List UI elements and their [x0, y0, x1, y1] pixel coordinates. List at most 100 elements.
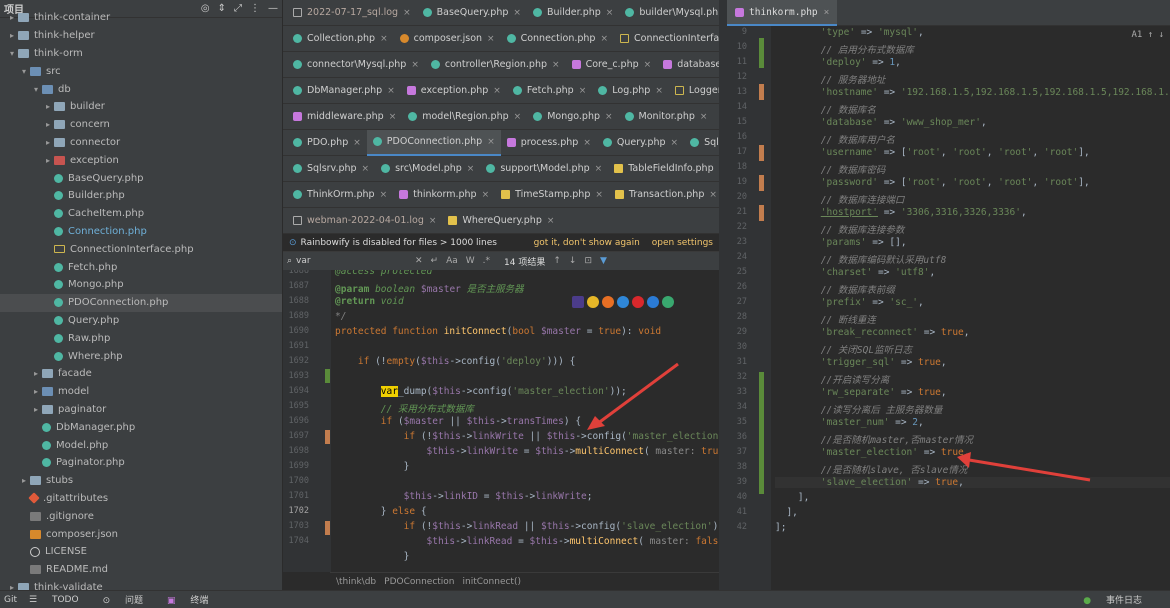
- close-icon[interactable]: ×: [514, 112, 522, 122]
- tree-item[interactable]: ▸ model: [0, 383, 282, 401]
- regex-toggle[interactable]: .*: [483, 256, 490, 266]
- editor-tab[interactable]: middleware.php ×: [287, 104, 402, 130]
- phpstorm-icon[interactable]: [572, 296, 584, 308]
- chevron-icon[interactable]: ▾: [6, 49, 18, 58]
- filter-icon[interactable]: ▼: [600, 256, 607, 266]
- newline-icon[interactable]: ↵: [431, 256, 439, 266]
- close-icon[interactable]: ×: [700, 112, 708, 122]
- editor-tab[interactable]: Transaction.php ×: [609, 182, 723, 208]
- close-icon[interactable]: ×: [467, 164, 475, 174]
- editor-tab[interactable]: Query.php ×: [597, 130, 684, 156]
- close-icon[interactable]: ×: [606, 8, 614, 18]
- close-icon[interactable]: ×: [595, 164, 603, 174]
- chevron-icon[interactable]: ▸: [6, 31, 18, 40]
- tree-item[interactable]: ▾ think-orm: [0, 45, 282, 63]
- close-icon[interactable]: ×: [595, 190, 603, 200]
- editor-tab[interactable]: process.php ×: [501, 130, 597, 156]
- close-icon[interactable]: ×: [579, 86, 587, 96]
- tree-item[interactable]: Model.php: [0, 436, 282, 454]
- close-icon[interactable]: ×: [671, 138, 679, 148]
- event-log-tab[interactable]: ● 事件日志: [1083, 593, 1154, 606]
- close-icon[interactable]: ×: [493, 86, 501, 96]
- breadcrumb-namespace[interactable]: \think\db: [336, 577, 376, 587]
- tree-item[interactable]: README.md: [0, 561, 282, 579]
- tree-item[interactable]: Raw.php: [0, 329, 282, 347]
- prev-match-icon[interactable]: ↑: [553, 256, 561, 266]
- tree-item[interactable]: ▸ think-validate: [0, 579, 282, 590]
- code-editor[interactable]: 1686 1687 1688 1689 1690 1691 1692 1693 1694 1695…: [283, 270, 719, 572]
- editor-tab[interactable]: DbManager.php ×: [287, 78, 401, 104]
- editor-tab[interactable]: support\Model.php ×: [480, 156, 608, 182]
- tree-item[interactable]: .gitignore: [0, 507, 282, 525]
- editor-tab[interactable]: Collection.php ×: [287, 26, 394, 52]
- chevron-icon[interactable]: ▸: [30, 369, 42, 378]
- find-input[interactable]: ⌕ var: [287, 256, 407, 266]
- tree-item[interactable]: Mongo.php: [0, 276, 282, 294]
- chevron-icon[interactable]: ▸: [30, 405, 42, 414]
- editor-tab[interactable]: BaseQuery.php ×: [417, 0, 527, 26]
- open-settings-link[interactable]: open settings: [652, 238, 713, 248]
- tree-item[interactable]: ▸ concern: [0, 116, 282, 134]
- close-icon[interactable]: ×: [644, 60, 652, 70]
- editor-tab[interactable]: exception.php ×: [401, 78, 507, 104]
- tree-item[interactable]: .gitattributes: [0, 490, 282, 508]
- editor-tab[interactable]: Log.php ×: [592, 78, 669, 104]
- close-icon[interactable]: ×: [583, 138, 591, 148]
- tree-item[interactable]: composer.json: [0, 525, 282, 543]
- chevron-icon[interactable]: ▸: [18, 476, 30, 485]
- close-icon[interactable]: ×: [353, 138, 361, 148]
- right-editor[interactable]: thinkorm.php × A1 ↑ ↓ 9 10 11 12 13 14 15 16 17 1…: [727, 0, 1170, 590]
- got-it-link[interactable]: got it, don't show again: [534, 238, 640, 248]
- tree-item[interactable]: DbManager.php: [0, 418, 282, 436]
- editor-tab[interactable]: webman-2022-04-01.log ×: [287, 208, 442, 234]
- todo-tab[interactable]: ☰ TODO: [29, 595, 91, 605]
- tree-item[interactable]: Paginator.php: [0, 454, 282, 472]
- tree-item[interactable]: ▾ src: [0, 62, 282, 80]
- chevron-icon[interactable]: ▸: [42, 138, 54, 147]
- tree-item[interactable]: ▸ paginator: [0, 401, 282, 419]
- tree-item[interactable]: ▸ builder: [0, 98, 282, 116]
- close-icon[interactable]: ×: [482, 190, 490, 200]
- chevron-icon[interactable]: ▸: [42, 102, 54, 111]
- chevron-icon[interactable]: ▸: [6, 13, 18, 22]
- editor-tab[interactable]: Sqlsrv.php ×: [287, 156, 375, 182]
- close-icon[interactable]: ×: [655, 86, 663, 96]
- close-icon[interactable]: ×: [380, 190, 388, 200]
- chevron-icon[interactable]: ▸: [6, 583, 18, 590]
- editor-tab[interactable]: TimeStamp.php ×: [495, 182, 609, 208]
- tree-item[interactable]: Builder.php: [0, 187, 282, 205]
- tree-item[interactable]: Where.php: [0, 347, 282, 365]
- close-icon[interactable]: ×: [547, 216, 555, 226]
- close-icon[interactable]: ×: [600, 34, 608, 44]
- tree-item[interactable]: ▸ connector: [0, 134, 282, 152]
- tree-item[interactable]: ▸ stubs: [0, 472, 282, 490]
- editor-tab[interactable]: composer.json ×: [394, 26, 501, 52]
- editor-tab[interactable]: TableFieldInfo.php×: [608, 156, 732, 182]
- words-toggle[interactable]: W: [466, 256, 475, 266]
- opera-icon[interactable]: [632, 296, 644, 308]
- tree-item[interactable]: LICENSE: [0, 543, 282, 561]
- editor-tab[interactable]: PDO.php ×: [287, 130, 367, 156]
- close-icon[interactable]: ×: [552, 60, 560, 70]
- close-icon[interactable]: ×: [709, 190, 717, 200]
- close-icon[interactable]: ×: [362, 164, 370, 174]
- editor-tab[interactable]: controller\Region.php ×: [425, 52, 566, 78]
- editor-tab[interactable]: ThinkOrm.php ×: [287, 182, 393, 208]
- editor-tab[interactable]: thinkorm.php ×: [393, 182, 495, 208]
- close-icon[interactable]: ×: [387, 86, 395, 96]
- problems-tab[interactable]: ⊙ 问题: [103, 593, 155, 606]
- chevron-icon[interactable]: ▸: [30, 387, 42, 396]
- editor-tab[interactable]: src\Model.php ×: [375, 156, 480, 182]
- safari-icon[interactable]: [617, 296, 629, 308]
- close-icon[interactable]: ×: [380, 34, 388, 44]
- git-tab[interactable]: Git: [4, 595, 17, 605]
- editor-tab[interactable]: Monitor.php ×: [619, 104, 714, 130]
- terminal-tab[interactable]: ▣ 终端: [167, 593, 220, 606]
- editor-tab[interactable]: Mongo.php ×: [527, 104, 618, 130]
- tree-item[interactable]: ▸ think-container: [0, 9, 282, 27]
- tree-item[interactable]: ▸ facade: [0, 365, 282, 383]
- select-all-icon[interactable]: ⊡: [584, 256, 592, 266]
- next-match-icon[interactable]: ↓: [569, 256, 577, 266]
- editor-tab[interactable]: Core_c.php ×: [566, 52, 658, 78]
- tree-item[interactable]: CacheItem.php: [0, 205, 282, 223]
